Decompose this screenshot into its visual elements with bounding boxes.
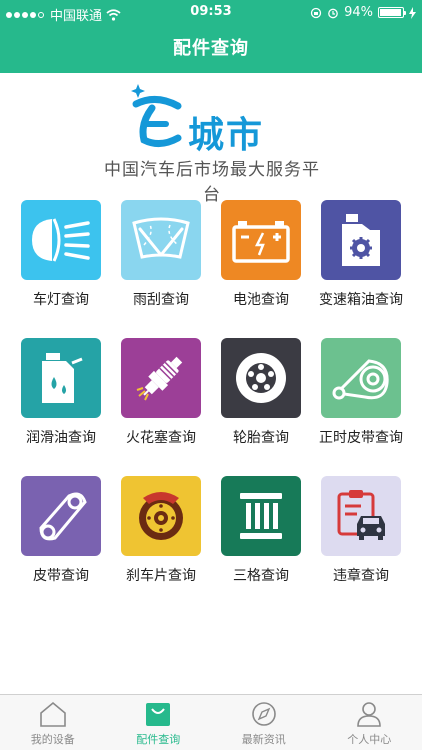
grid-item-label: 皮带查询 [33, 568, 89, 584]
tab-label: 个人中心 [347, 733, 392, 746]
grid-item-label: 正时皮带查询 [319, 430, 403, 446]
battery-icon [378, 7, 406, 18]
grid-item-violation[interactable]: 违章查询 [311, 476, 411, 585]
grid-item-label: 车灯查询 [33, 292, 89, 308]
grid-item-label: 违章查询 [333, 568, 389, 584]
compass-icon [251, 702, 276, 726]
alarm-icon [328, 8, 338, 18]
tile[interactable] [121, 476, 201, 556]
grid-item-wiper[interactable]: 雨刮查询 [111, 200, 211, 309]
filter-icon [240, 493, 282, 539]
grid-item-label: 刹车片查询 [126, 568, 196, 584]
brake-pad-icon [139, 492, 183, 540]
tile[interactable] [321, 200, 401, 280]
battery-percent: 94% [344, 5, 373, 20]
tile[interactable] [221, 338, 301, 418]
grid-item-tire[interactable]: 轮胎查询 [211, 338, 311, 447]
brand-logo: 城市 中国汽车后市场最大服务平台 [96, 80, 336, 205]
tile[interactable] [121, 200, 201, 280]
battery-icon [232, 221, 290, 263]
tile[interactable] [221, 200, 301, 280]
transmission-oil-icon [342, 214, 380, 266]
timing-belt-icon [332, 359, 389, 400]
grid-item-battery[interactable]: 电池查询 [211, 200, 311, 309]
grid-item-belt[interactable]: 皮带查询 [11, 476, 111, 585]
tile[interactable] [21, 476, 101, 556]
tab-label: 最新资讯 [241, 733, 286, 746]
grid-item-label: 变速箱油查询 [319, 292, 403, 308]
person-icon [357, 702, 382, 727]
slogan: 中国汽车后市场最大服务平台 [104, 160, 320, 205]
tile[interactable] [21, 200, 101, 280]
tile[interactable] [21, 338, 101, 418]
headlight-icon [32, 218, 90, 262]
home-icon [39, 701, 66, 727]
violation-icon [337, 490, 385, 540]
tile[interactable] [221, 476, 301, 556]
charging-icon [409, 6, 416, 19]
tab-profile[interactable]: 个人中心 [317, 695, 422, 750]
wiper-icon [132, 217, 190, 259]
grid-item-lubricant[interactable]: 润滑油查询 [11, 338, 111, 447]
shopping-bag-icon [146, 703, 171, 726]
spark-plug-icon [136, 356, 183, 401]
tab-bar: 我的设备 配件查询 最新资讯 个人中心 [0, 694, 422, 750]
tire-icon [236, 353, 286, 403]
logo-mark-icon [131, 84, 182, 147]
grid-item-timing-belt[interactable]: 正时皮带查询 [311, 338, 411, 447]
tile[interactable] [321, 338, 401, 418]
tab-label: 配件查询 [136, 733, 181, 746]
tab-latest-news[interactable]: 最新资讯 [211, 695, 317, 750]
page-title: 配件查询 [173, 38, 249, 59]
status-bar: 中国联通 09:53 94% [0, 0, 422, 24]
oil-can-icon [42, 353, 83, 403]
tab-parts-search[interactable]: 配件查询 [106, 695, 212, 750]
grid-item-label: 三格查询 [233, 568, 289, 584]
header: 中国联通 09:53 94% 配件查询 [0, 0, 422, 73]
grid-item-filter[interactable]: 三格查询 [211, 476, 311, 585]
brand-name: 城市 [188, 115, 265, 156]
grid-item-headlight[interactable]: 车灯查询 [11, 200, 111, 309]
grid-item-label: 轮胎查询 [233, 430, 289, 446]
tab-my-devices[interactable]: 我的设备 [0, 695, 106, 750]
grid-item-label: 润滑油查询 [26, 430, 96, 446]
belt-icon [39, 492, 87, 541]
grid-item-brake-pad[interactable]: 刹车片查询 [111, 476, 211, 585]
grid-item-label: 火花塞查询 [126, 430, 196, 446]
rotation-lock-icon [310, 7, 322, 18]
tab-label: 我的设备 [30, 733, 75, 746]
grid-item-transmission-oil[interactable]: 变速箱油查询 [311, 200, 411, 309]
tile[interactable] [121, 338, 201, 418]
grid-item-spark-plug[interactable]: 火花塞查询 [111, 338, 211, 447]
grid-item-label: 雨刮查询 [133, 292, 189, 308]
grid-item-label: 电池查询 [233, 292, 289, 308]
tile[interactable] [321, 476, 401, 556]
